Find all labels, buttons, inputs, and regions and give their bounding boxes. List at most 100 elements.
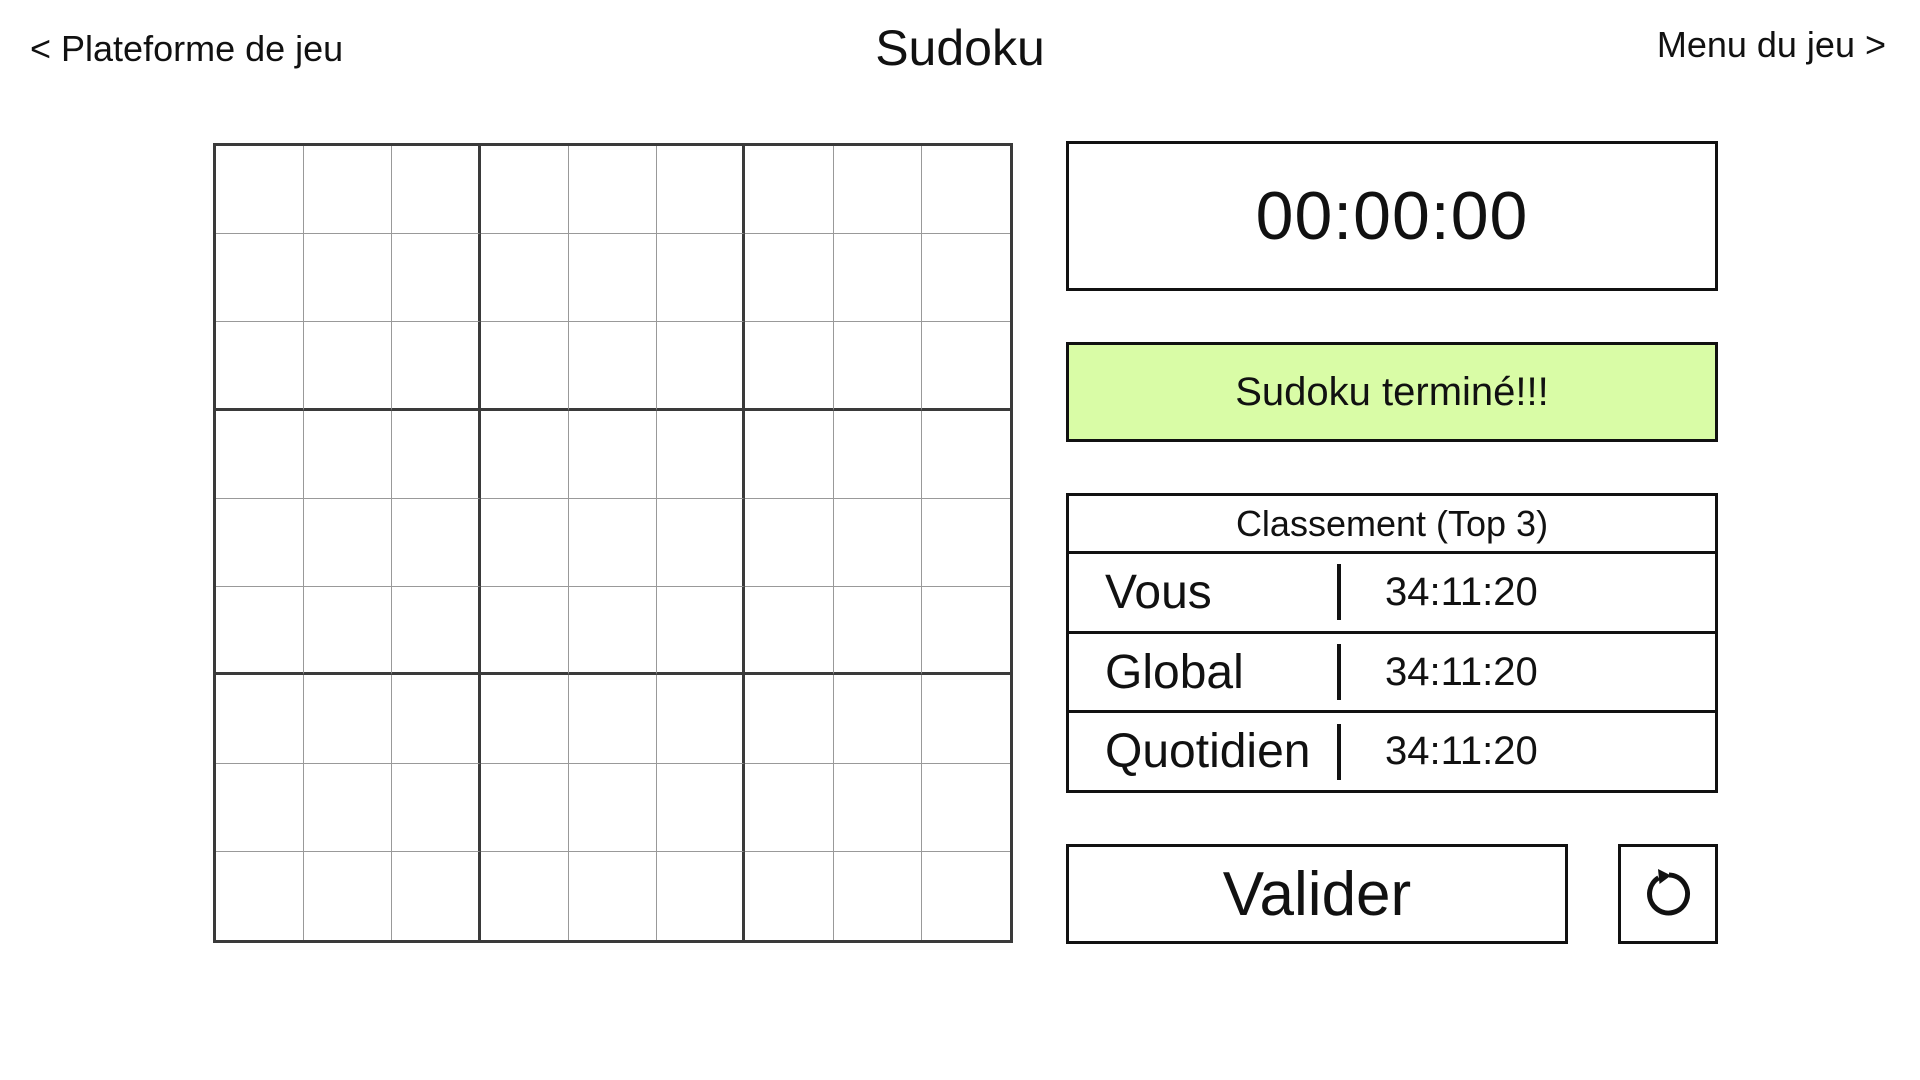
- sudoku-cell[interactable]: [833, 410, 922, 499]
- sudoku-cell[interactable]: [216, 410, 305, 499]
- sudoku-cell[interactable]: [216, 322, 305, 411]
- sudoku-cell[interactable]: [657, 410, 746, 499]
- sudoku-cell[interactable]: [921, 234, 1010, 323]
- sudoku-cell[interactable]: [568, 322, 658, 411]
- sudoku-cell[interactable]: [304, 675, 393, 764]
- sudoku-cell[interactable]: [392, 675, 481, 764]
- sudoku-cell[interactable]: [392, 146, 481, 235]
- leaderboard-time: 34:11:20: [1385, 649, 1538, 694]
- status-banner: Sudoku terminé!!!: [1066, 342, 1718, 442]
- sudoku-cell[interactable]: [392, 763, 481, 852]
- sudoku-cell[interactable]: [480, 498, 569, 588]
- sudoku-cell[interactable]: [569, 851, 658, 940]
- sudoku-cell[interactable]: [657, 851, 746, 940]
- sudoku-cell[interactable]: [922, 852, 1010, 940]
- sudoku-cell[interactable]: [921, 764, 1010, 852]
- leaderboard-row-daily: Quotidien 34:11:20: [1069, 713, 1715, 790]
- sudoku-cell[interactable]: [480, 587, 569, 676]
- sudoku-cell[interactable]: [480, 322, 569, 411]
- sudoku-cell[interactable]: [745, 146, 834, 235]
- sudoku-cell[interactable]: [745, 410, 834, 499]
- sudoku-cell[interactable]: [216, 498, 305, 588]
- sudoku-cell[interactable]: [568, 234, 658, 323]
- sudoku-cell[interactable]: [304, 322, 393, 411]
- sudoku-cell[interactable]: [657, 763, 746, 852]
- sudoku-cell[interactable]: [657, 146, 746, 235]
- leaderboard-time: 34:11:20: [1385, 569, 1538, 614]
- sudoku-cell[interactable]: [745, 498, 834, 588]
- sudoku-cell[interactable]: [833, 675, 922, 764]
- sudoku-cell[interactable]: [657, 322, 746, 411]
- sudoku-cell[interactable]: [392, 587, 481, 676]
- sudoku-cell[interactable]: [304, 851, 393, 940]
- sudoku-cell[interactable]: [304, 587, 393, 676]
- reset-button[interactable]: [1618, 844, 1718, 944]
- leaderboard-label: Quotidien: [1105, 725, 1311, 779]
- game-menu-link[interactable]: Menu du jeu >: [1657, 22, 1886, 68]
- leaderboard-label: Global: [1105, 645, 1244, 699]
- sudoku-cell[interactable]: [568, 587, 658, 676]
- sudoku-cell[interactable]: [657, 675, 746, 764]
- sudoku-cell[interactable]: [568, 498, 658, 588]
- sudoku-cell[interactable]: [745, 763, 834, 852]
- sudoku-cell[interactable]: [304, 146, 393, 235]
- sudoku-cell[interactable]: [216, 587, 305, 676]
- sudoku-cell[interactable]: [216, 851, 305, 940]
- sudoku-cell[interactable]: [304, 410, 393, 499]
- sudoku-cell[interactable]: [833, 763, 922, 852]
- sudoku-cell[interactable]: [568, 146, 658, 235]
- timer-display: 00:00:00: [1066, 141, 1718, 291]
- sudoku-cell[interactable]: [568, 410, 658, 499]
- sudoku-cell[interactable]: [745, 851, 834, 940]
- sudoku-cell[interactable]: [833, 587, 922, 676]
- sudoku-cell[interactable]: [657, 587, 746, 676]
- sudoku-cell[interactable]: [921, 322, 1010, 411]
- sudoku-cell[interactable]: [481, 851, 569, 940]
- sudoku-cell[interactable]: [392, 322, 481, 411]
- sudoku-cell[interactable]: [392, 234, 481, 323]
- leaderboard-row-you: Vous 34:11:20: [1069, 554, 1715, 634]
- leaderboard-time: 34:11:20: [1385, 729, 1538, 774]
- sudoku-cell[interactable]: [392, 498, 481, 588]
- leaderboard: Classement (Top 3) Vous 34:11:20 Global …: [1066, 493, 1718, 793]
- sudoku-cell[interactable]: [921, 411, 1010, 499]
- sudoku-board: [213, 143, 1013, 943]
- sudoku-cell[interactable]: [304, 498, 393, 588]
- sudoku-cell[interactable]: [745, 234, 834, 323]
- sudoku-cell[interactable]: [480, 410, 569, 499]
- sudoku-page: < Plateforme de jeu Sudoku Menu du jeu >…: [0, 0, 1920, 1080]
- sudoku-cell[interactable]: [834, 851, 922, 940]
- sudoku-cell[interactable]: [480, 146, 569, 235]
- sudoku-cell[interactable]: [657, 234, 746, 323]
- sudoku-cell[interactable]: [216, 234, 305, 323]
- sudoku-cell[interactable]: [392, 851, 481, 940]
- sudoku-cell[interactable]: [480, 234, 569, 323]
- sudoku-cell[interactable]: [568, 675, 658, 764]
- sudoku-cell[interactable]: [745, 587, 834, 676]
- sudoku-cell[interactable]: [833, 322, 922, 411]
- sudoku-cell[interactable]: [833, 146, 922, 235]
- refresh-icon: [1647, 869, 1691, 916]
- sudoku-cell[interactable]: [833, 498, 922, 588]
- sudoku-cell[interactable]: [921, 675, 1010, 764]
- sudoku-cell[interactable]: [216, 146, 305, 235]
- sudoku-cell[interactable]: [921, 587, 1010, 676]
- sudoku-cell[interactable]: [216, 763, 305, 852]
- back-to-platform-link[interactable]: < Plateforme de jeu: [30, 26, 343, 72]
- leaderboard-row-global: Global 34:11:20: [1069, 634, 1715, 714]
- sudoku-cell[interactable]: [921, 146, 1010, 235]
- sudoku-cell[interactable]: [304, 763, 393, 852]
- sudoku-cell[interactable]: [304, 234, 393, 323]
- sudoku-cell[interactable]: [833, 234, 922, 323]
- sudoku-cell[interactable]: [568, 763, 658, 852]
- sudoku-cell[interactable]: [921, 499, 1010, 588]
- sudoku-cell[interactable]: [216, 675, 305, 764]
- sudoku-cell[interactable]: [392, 410, 481, 499]
- sudoku-cell[interactable]: [745, 322, 834, 411]
- sudoku-cell[interactable]: [480, 675, 569, 764]
- leaderboard-title: Classement (Top 3): [1069, 496, 1715, 554]
- sudoku-cell[interactable]: [480, 763, 569, 852]
- sudoku-cell[interactable]: [657, 498, 746, 588]
- validate-button[interactable]: Valider: [1066, 844, 1568, 944]
- sudoku-cell[interactable]: [745, 675, 834, 764]
